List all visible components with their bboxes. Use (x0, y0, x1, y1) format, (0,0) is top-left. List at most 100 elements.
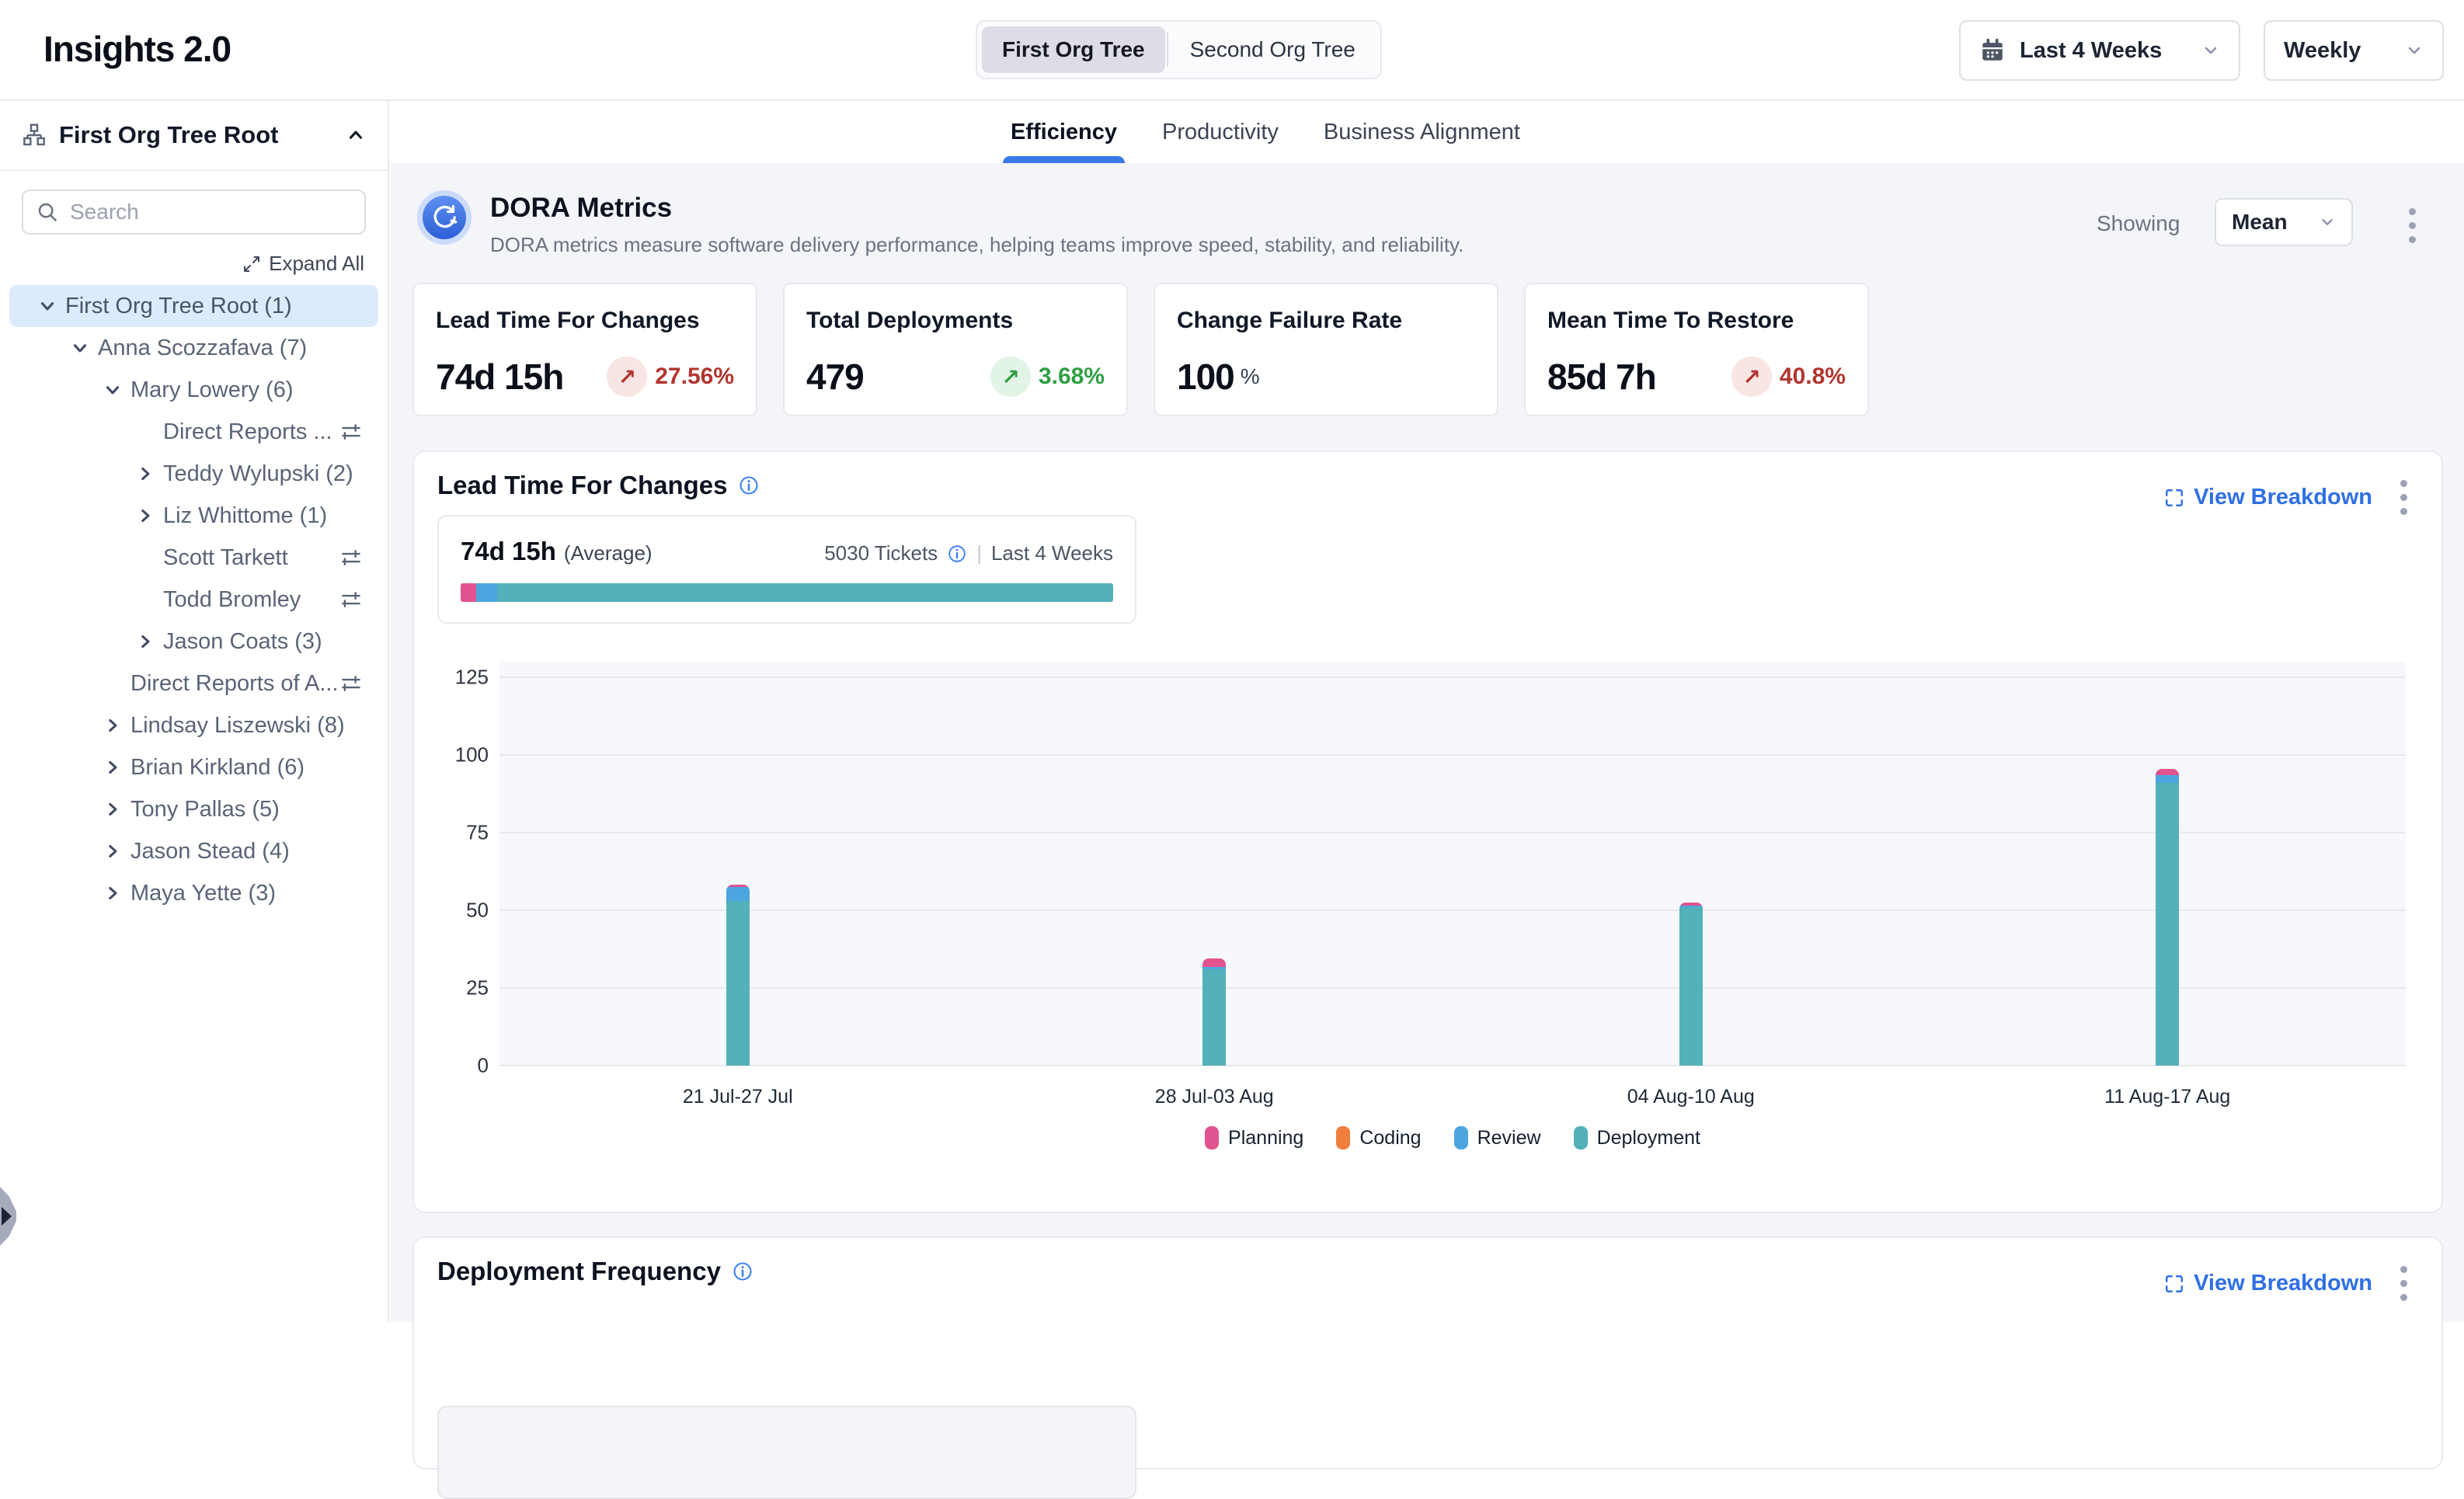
toggle-first-org-tree[interactable]: First Org Tree (982, 26, 1165, 73)
tree-item-teddy-wylupski-2[interactable]: Teddy Wylupski (2) (9, 453, 378, 495)
y-axis-label: 25 (414, 976, 489, 1000)
legend-item-planning[interactable]: Planning (1205, 1126, 1303, 1149)
info-icon[interactable] (947, 544, 967, 564)
expand-corners-icon (2164, 1274, 2184, 1294)
tree-item-mary-lowery-6[interactable]: Mary Lowery (6) (9, 369, 378, 411)
collapse-panel-icon[interactable] (346, 125, 366, 145)
sidebar-search[interactable] (22, 190, 366, 235)
sidebar-root-title: First Org Tree Root (59, 121, 333, 149)
trend-badge: ↗3.68% (990, 356, 1105, 397)
x-axis-label: 21 Jul-27 Jul (683, 1086, 793, 1108)
tree-item-label: Mary Lowery (6) (131, 377, 294, 403)
search-input[interactable] (70, 200, 352, 224)
dora-metric-cards: Lead Time For Changes 74d 15h ↗27.56% Total… (412, 283, 1869, 416)
tree-item-label: Teddy Wylupski (2) (163, 461, 353, 487)
chevron-down-icon[interactable] (37, 296, 65, 316)
tree-item-direct-reports-of-a[interactable]: Direct Reports of A... (9, 663, 378, 704)
trend-badge: ↗40.8% (1731, 356, 1846, 397)
view-breakdown-button[interactable]: View Breakdown (2164, 1271, 2372, 1296)
info-icon[interactable] (732, 1261, 753, 1282)
tree-item-jason-coats-3[interactable]: Jason Coats (3) (9, 621, 378, 663)
metric-card-total-deployments: Total Deployments 479 ↗3.68% (783, 283, 1128, 416)
tab-productivity[interactable]: Productivity (1162, 101, 1279, 163)
legend-item-review[interactable]: Review (1454, 1126, 1541, 1149)
dora-menu-kebab-icon[interactable] (2401, 200, 2424, 251)
filter-sliders-icon[interactable] (339, 546, 363, 569)
tree-item-todd-bromley[interactable]: Todd Bromley (9, 579, 378, 621)
metric-card-label: Lead Time For Changes (436, 308, 734, 334)
tree-item-label: First Org Tree Root (1) (65, 294, 292, 319)
lead-time-summary-card: 74d 15h (Average) 5030 Tickets | Last 4 … (437, 515, 1136, 624)
trend-delta-value: 3.68% (1039, 363, 1105, 390)
trend-delta-value: 27.56% (655, 363, 734, 390)
tree-item-jason-stead-4[interactable]: Jason Stead (4) (9, 830, 378, 872)
view-breakdown-label: View Breakdown (2194, 485, 2372, 510)
chevron-right-icon[interactable] (135, 631, 163, 652)
bar-04-aug-10-aug[interactable] (1679, 903, 1703, 1066)
legend-item-deployment[interactable]: Deployment (1574, 1126, 1700, 1149)
legend-label: Coding (1359, 1127, 1421, 1149)
expand-all-button[interactable]: Expand All (242, 252, 364, 276)
view-breakdown-label: View Breakdown (2194, 1271, 2372, 1296)
lead-time-title: Lead Time For Changes (437, 471, 727, 500)
chevron-right-icon[interactable] (103, 715, 131, 736)
grid-line (499, 676, 2406, 678)
bar-segment-planning (1202, 958, 1226, 967)
chevron-right-icon[interactable] (135, 464, 163, 484)
bar-segment-review (726, 887, 750, 901)
chevron-right-icon[interactable] (103, 757, 131, 777)
date-range-select[interactable]: Last 4 Weeks (1959, 20, 2240, 81)
grid-line (499, 909, 2406, 911)
y-axis-label: 125 (414, 666, 489, 690)
deployment-frequency-kebab-icon[interactable] (2393, 1258, 2415, 1309)
org-tree-toggle: First Org Tree Second Org Tree (976, 20, 1382, 79)
deployment-frequency-section: Deployment Frequency View Breakdown (412, 1236, 2443, 1469)
bar-28-jul-03-aug[interactable] (1202, 958, 1226, 1066)
filter-sliders-icon[interactable] (339, 420, 363, 443)
tree-item-brian-kirkland-6[interactable]: Brian Kirkland (6) (9, 746, 378, 788)
bar-21-jul-27-jul[interactable] (726, 885, 750, 1066)
chevron-right-icon[interactable] (103, 883, 131, 903)
lead-time-kebab-icon[interactable] (2393, 472, 2415, 523)
tree-item-tony-pallas-5[interactable]: Tony Pallas (5) (9, 788, 378, 830)
toggle-second-org-tree[interactable]: Second Org Tree (1170, 26, 1376, 73)
legend-item-coding[interactable]: Coding (1336, 1126, 1421, 1149)
trend-badge: ↗27.56% (607, 356, 734, 397)
tree-item-anna-scozzafava-7[interactable]: Anna Scozzafava (7) (9, 327, 378, 369)
bar-11-aug-17-aug[interactable] (2156, 769, 2179, 1066)
tree-item-label: Tony Pallas (5) (131, 797, 280, 823)
showing-mode-select[interactable]: Mean (2215, 198, 2353, 246)
tab-business-alignment[interactable]: Business Alignment (1324, 101, 1520, 163)
filter-sliders-icon[interactable] (339, 588, 363, 611)
tree-item-direct-reports[interactable]: Direct Reports ... (9, 411, 378, 453)
filter-sliders-icon[interactable] (339, 672, 363, 695)
tree-item-maya-yette-3[interactable]: Maya Yette (3) (9, 872, 378, 914)
chevron-right-icon[interactable] (103, 841, 131, 861)
tree-item-label: Liz Whittome (1) (163, 503, 327, 529)
metric-card-value: 479 (806, 356, 864, 398)
showing-label: Showing (2097, 211, 2180, 236)
granularity-select[interactable]: Weekly (2264, 20, 2444, 81)
tree-item-label: Lindsay Liszewski (8) (131, 713, 345, 739)
tree-item-lindsay-liszewski-8[interactable]: Lindsay Liszewski (8) (9, 704, 378, 746)
y-axis-label: 75 (414, 821, 489, 845)
chevron-right-icon[interactable] (103, 799, 131, 819)
grid-line (499, 832, 2406, 833)
metric-card-lead-time-for-changes: Lead Time For Changes 74d 15h ↗27.56% (412, 283, 757, 416)
metric-card-label: Total Deployments (806, 308, 1105, 334)
tree-item-first-org-tree-root-1[interactable]: First Org Tree Root (1) (9, 285, 378, 327)
chevron-right-icon[interactable] (135, 506, 163, 526)
view-breakdown-button[interactable]: View Breakdown (2164, 485, 2372, 510)
tab-efficiency[interactable]: Efficiency (1011, 101, 1117, 163)
date-range-value: Last 4 Weeks (2020, 38, 2187, 64)
chevron-down-icon[interactable] (103, 380, 131, 400)
search-icon (36, 200, 59, 224)
tree-item-label: Direct Reports of A... (131, 671, 339, 697)
info-icon[interactable] (738, 475, 760, 496)
metric-card-value: 74d 15h (436, 356, 563, 398)
chevron-down-icon[interactable] (70, 338, 98, 358)
summary-bar-segment-planning (461, 583, 476, 602)
tab-strip: Efficiency Productivity Business Alignme… (391, 101, 2464, 163)
tree-item-liz-whittome-1[interactable]: Liz Whittome (1) (9, 495, 378, 537)
tree-item-scott-tarkett[interactable]: Scott Tarkett (9, 537, 378, 579)
